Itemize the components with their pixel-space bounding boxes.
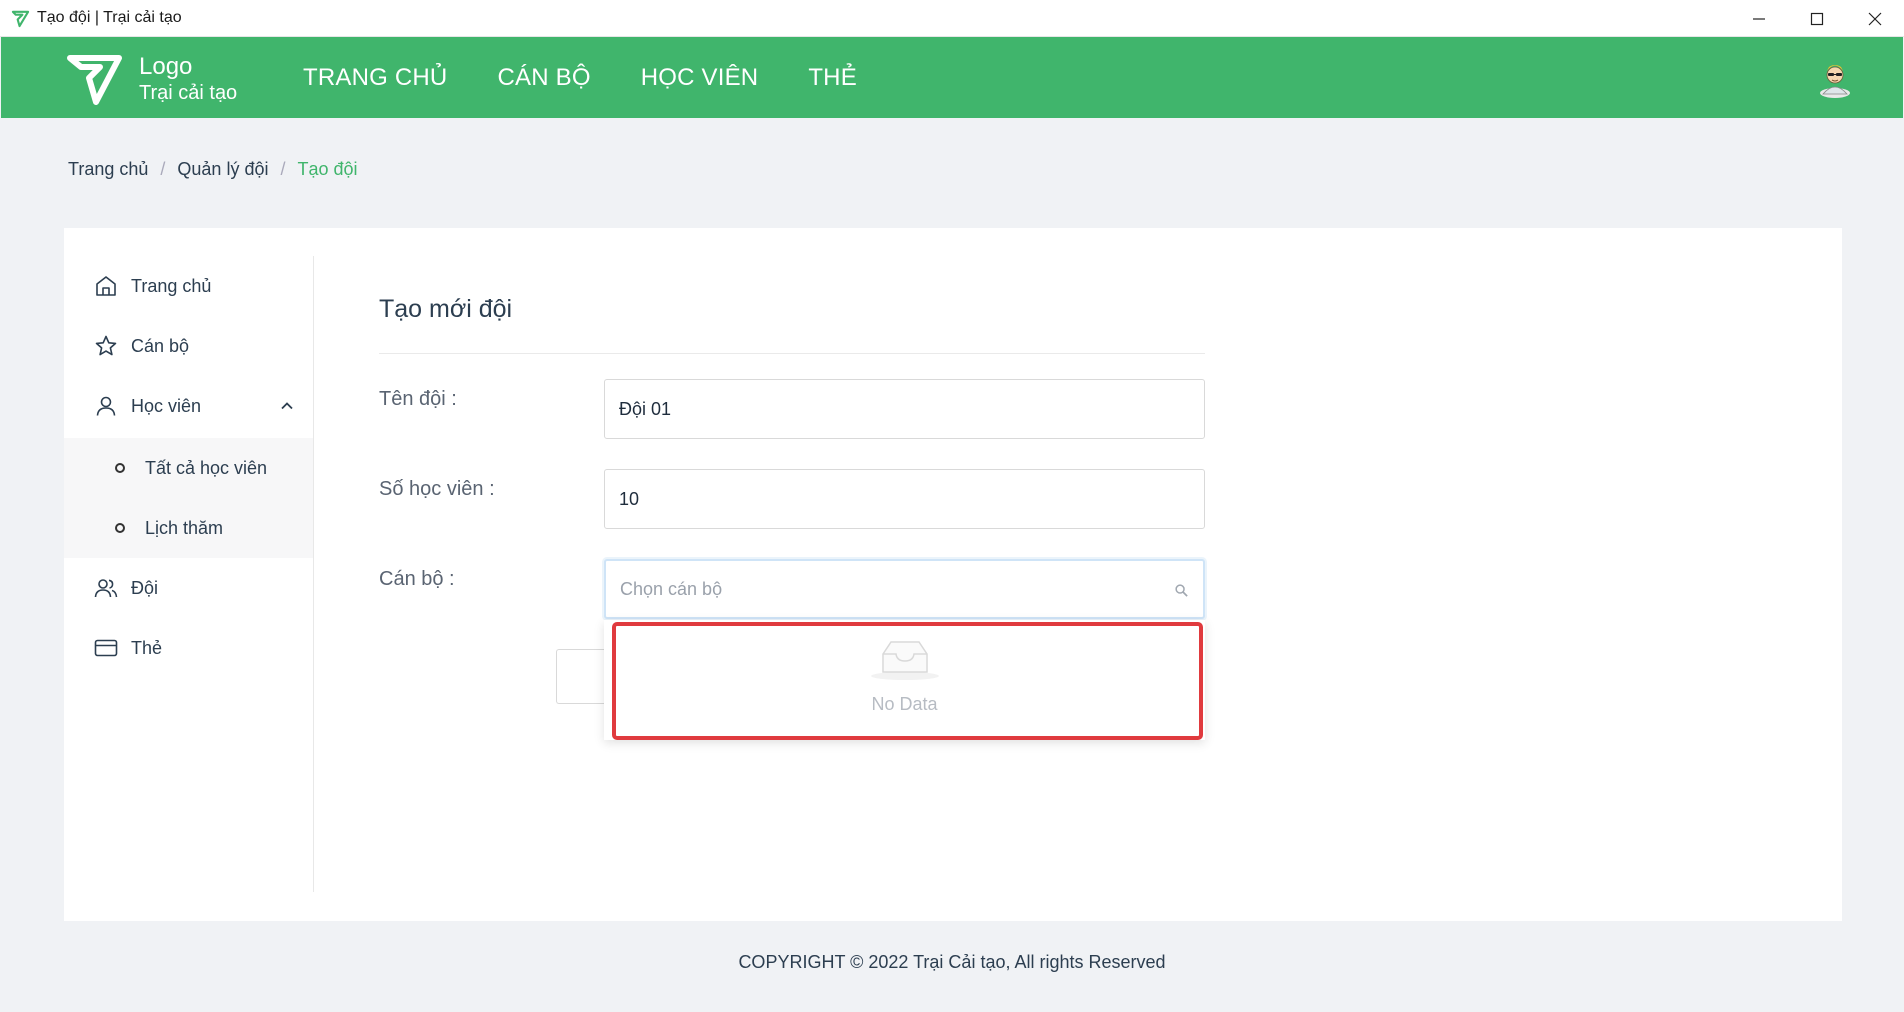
- maximize-icon: [1810, 12, 1824, 25]
- footer-copyright: COPYRIGHT © 2022 Trại Cải tạo, All right…: [738, 952, 1166, 972]
- empty-inbox-icon: [871, 641, 939, 680]
- breadcrumb-current: Tạo đội: [297, 159, 358, 179]
- window-title: Tạo đội | Trại cải tạo: [37, 9, 182, 26]
- users-icon: [94, 579, 118, 598]
- sidebar-item-home[interactable]: Trang chủ: [64, 256, 313, 316]
- sidebar: Trang chủ Cán bộ Học viên Tất cả học viê…: [64, 256, 314, 892]
- sidebar-item-label: Học viên: [131, 395, 202, 416]
- search-icon: [1175, 584, 1188, 597]
- nav-item-students[interactable]: HỌC VIÊN: [641, 64, 759, 92]
- main-card: Trang chủ Cán bộ Học viên Tất cả học viê…: [64, 228, 1842, 921]
- maximize-button[interactable]: [1788, 0, 1846, 37]
- window-controls: [1730, 0, 1904, 37]
- bullet-icon: [115, 523, 125, 533]
- sidebar-item-label: Đội: [131, 577, 159, 598]
- breadcrumb-team-management[interactable]: Quản lý đội: [177, 159, 268, 180]
- students-submenu: Tất cả học viên Lịch thăm: [64, 438, 313, 558]
- sidebar-item-officers[interactable]: Cán bộ: [64, 316, 313, 376]
- brand-title: Logo: [139, 53, 193, 80]
- sidebar-item-label: Trang chủ: [131, 275, 212, 296]
- form-title: Tạo mới đội: [379, 295, 513, 323]
- minimize-button[interactable]: [1730, 0, 1788, 37]
- sidebar-item-cards[interactable]: Thẻ: [64, 618, 313, 678]
- breadcrumb-separator: /: [160, 159, 166, 179]
- nav-item-home[interactable]: TRANG CHỦ: [303, 64, 447, 92]
- user-icon: [96, 396, 116, 416]
- empty-state-text: No Data: [871, 694, 938, 714]
- submit-button[interactable]: [556, 649, 606, 704]
- avatar-icon[interactable]: [1817, 58, 1853, 98]
- officer-select[interactable]: Chọn cán bộ: [604, 559, 1205, 619]
- student-count-label: Số học viên :: [379, 478, 495, 500]
- nav-item-officers[interactable]: CÁN BỘ: [497, 64, 590, 92]
- close-button[interactable]: [1846, 0, 1904, 37]
- brand-text[interactable]: Logo Trại cải tạo: [139, 53, 237, 105]
- nav-item-cards[interactable]: THẺ: [808, 64, 857, 92]
- sidebar-item-students[interactable]: Học viên: [64, 376, 313, 436]
- officer-select-placeholder: Chọn cán bộ: [620, 578, 723, 599]
- brand-logo-icon[interactable]: [66, 54, 123, 105]
- bullet-icon: [115, 463, 125, 473]
- team-name-input[interactable]: Đội 01: [604, 379, 1205, 439]
- form-divider: [379, 353, 1205, 354]
- sidebar-subitem-label: Tất cả học viên: [145, 457, 268, 478]
- brand-subtitle: Trại cải tạo: [139, 82, 238, 104]
- sidebar-subitem-visit-schedule[interactable]: Lịch thăm: [64, 498, 313, 558]
- top-navigation: TRANG CHỦ CÁN BỘ HỌC VIÊN THẺ: [303, 37, 907, 118]
- minimize-icon: [1753, 17, 1765, 20]
- officer-label: Cán bộ :: [379, 568, 455, 590]
- close-icon: [1868, 12, 1882, 25]
- team-name-label: Tên đội :: [379, 388, 457, 410]
- sidebar-subitem-all-students[interactable]: Tất cả học viên: [64, 438, 313, 498]
- sidebar-item-label: Thẻ: [131, 637, 163, 658]
- chevron-up-icon[interactable]: [279, 398, 295, 414]
- sidebar-subitem-label: Lịch thăm: [145, 517, 224, 538]
- home-icon: [96, 276, 116, 296]
- breadcrumb-home[interactable]: Trang chủ: [68, 159, 148, 180]
- card-icon: [94, 639, 118, 657]
- officer-dropdown: No Data: [604, 620, 1205, 740]
- student-count-input[interactable]: 10: [604, 469, 1205, 529]
- window-titlebar: Tạo đội | Trại cải tạo: [0, 0, 1904, 37]
- app-logo-icon: [11, 10, 30, 27]
- breadcrumb: Trang chủ / Quản lý đội / Tạo đội: [68, 159, 358, 180]
- top-header: Logo Trại cải tạo TRANG CHỦ CÁN BỘ HỌC V…: [1, 37, 1903, 118]
- breadcrumb-separator: /: [280, 159, 286, 179]
- star-icon: [95, 335, 117, 356]
- sidebar-item-teams[interactable]: Đội: [64, 558, 313, 618]
- sidebar-item-label: Cán bộ: [131, 335, 190, 356]
